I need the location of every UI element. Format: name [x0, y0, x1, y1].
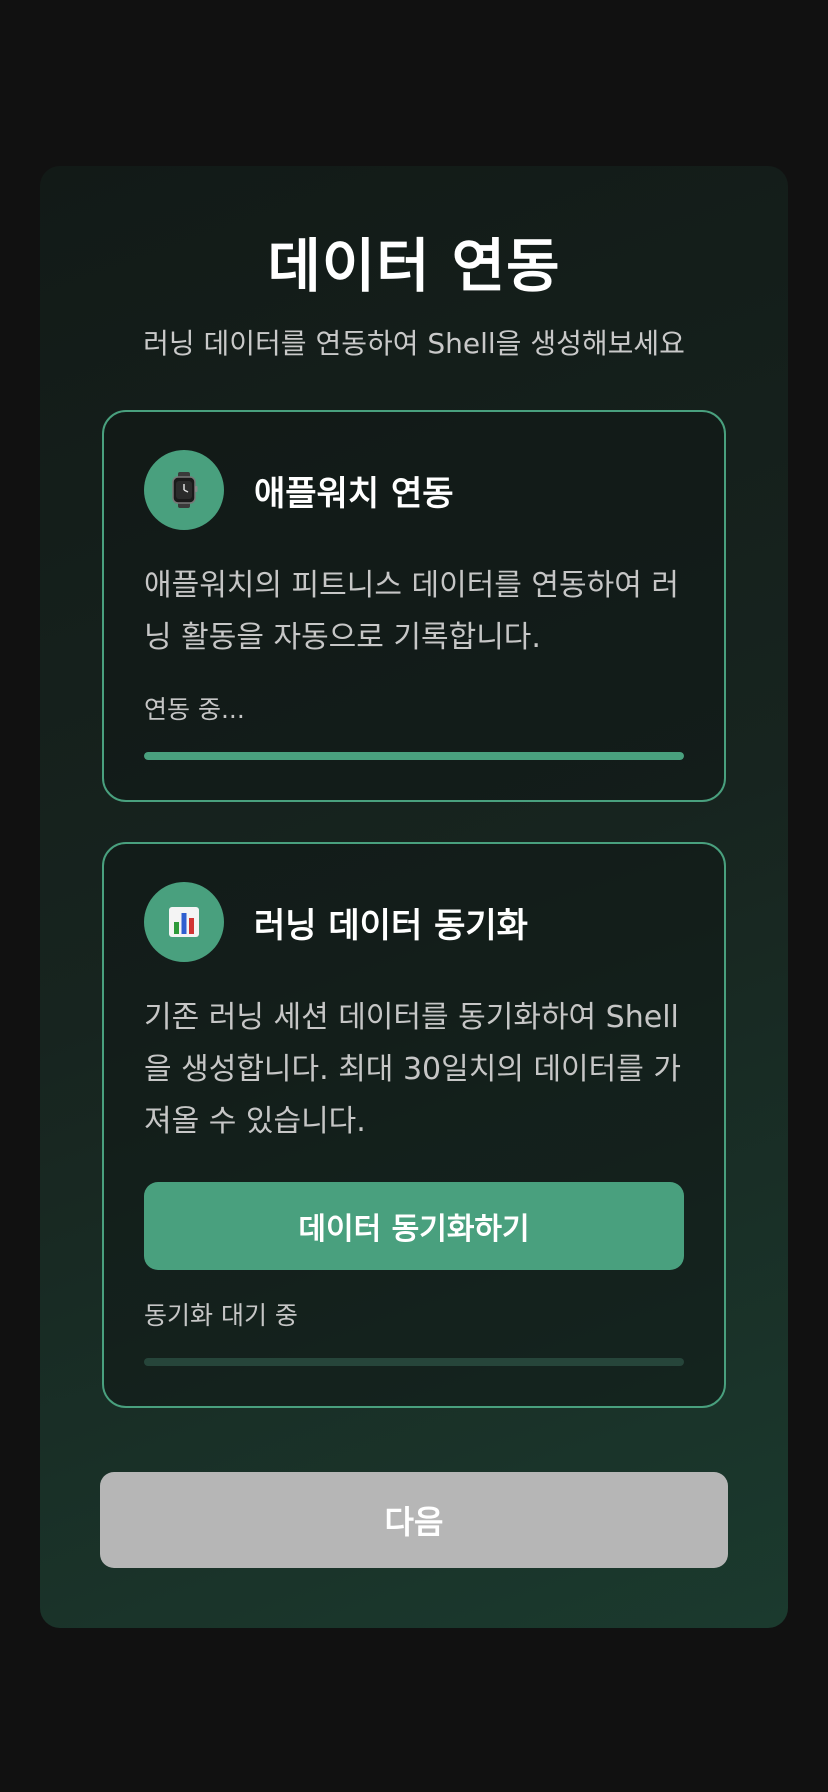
- sync-status-text: 동기화 대기 중: [144, 1301, 298, 1330]
- card-title: 러닝 데이터 동기화: [254, 905, 528, 946]
- link-progress-fill: [144, 752, 684, 760]
- apple-watch-card: 애플워치 연동 애플워치의 피트니스 데이터를 연동하여 러닝 활동을 자동으로…: [102, 410, 726, 802]
- running-sync-card: 러닝 데이터 동기화 기존 러닝 세션 데이터를 동기화하여 Shell을 생성…: [102, 842, 726, 1408]
- card-description: 애플워치의 피트니스 데이터를 연동하여 러닝 활동을 자동으로 기록합니다.: [144, 568, 679, 655]
- link-status-text: 연동 중...: [144, 695, 245, 724]
- sync-progress-bar: [144, 1358, 684, 1366]
- bar-chart-icon: [169, 907, 199, 937]
- page-title: 데이터 연동: [267, 232, 561, 300]
- card-description: 기존 러닝 세션 데이터를 동기화하여 Shell을 생성합니다. 최대 30일…: [144, 1000, 681, 1139]
- page-subtitle: 러닝 데이터를 연동하여 Shell을 생성해보세요: [143, 327, 685, 360]
- card-header: 러닝 데이터 동기화: [144, 882, 684, 962]
- watch-icon-badge: [144, 450, 224, 530]
- data-link-panel: 데이터 연동 러닝 데이터를 연동하여 Shell을 생성해보세요 애플워치 연…: [40, 166, 788, 1628]
- chart-icon-badge: [144, 882, 224, 962]
- card-header: 애플워치 연동: [144, 450, 684, 530]
- card-title: 애플워치 연동: [254, 473, 454, 514]
- next-button[interactable]: 다음: [100, 1472, 728, 1568]
- sync-data-button[interactable]: 데이터 동기화하기: [144, 1182, 684, 1270]
- link-progress-bar: [144, 752, 684, 760]
- watch-icon: [172, 472, 198, 508]
